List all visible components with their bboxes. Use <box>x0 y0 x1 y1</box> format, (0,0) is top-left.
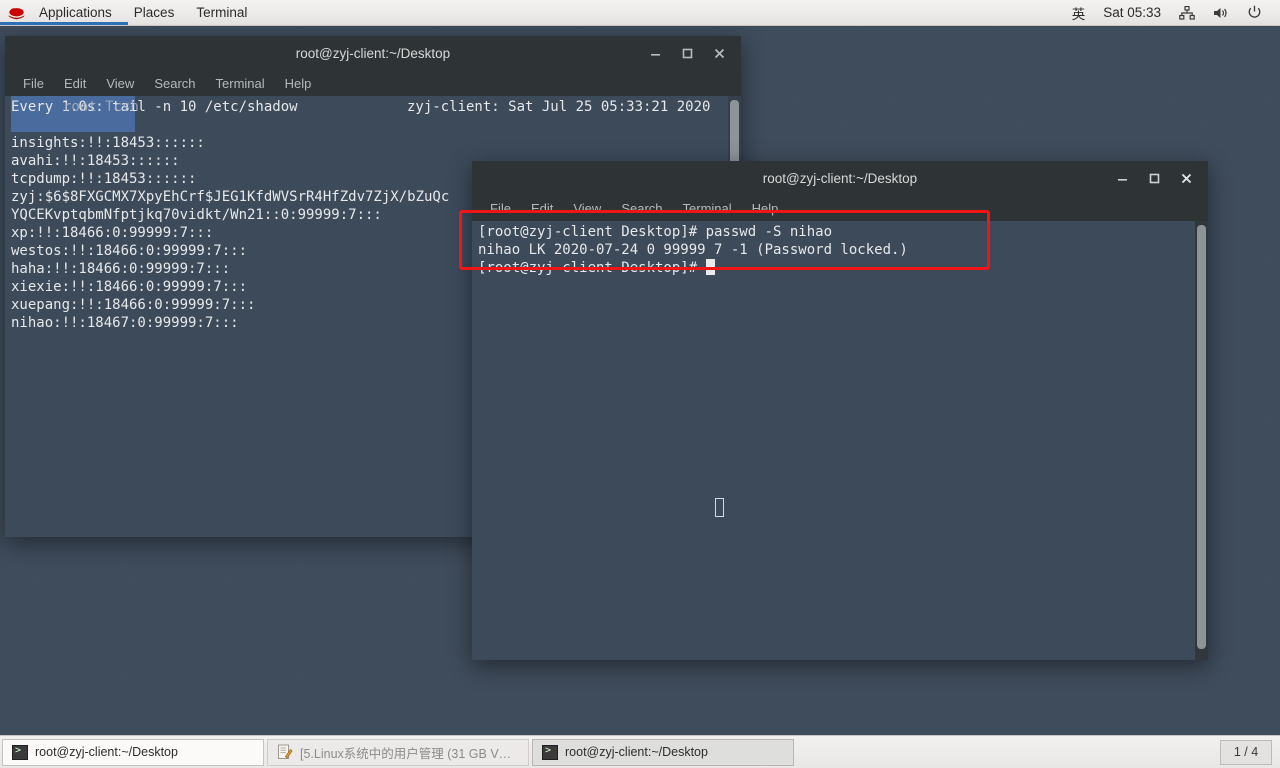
terminal-output-line: nihao LK 2020-07-24 0 99999 7 -1 (Passwo… <box>478 242 908 258</box>
window1-menu-view[interactable]: View <box>96 74 144 93</box>
window2-menu-file[interactable]: File <box>480 199 521 218</box>
network-icon[interactable] <box>1171 0 1203 25</box>
desktop: Applications Places Terminal 英 Sat 05:33 <box>0 0 1280 768</box>
taskbar-item-terminal-1[interactable]: root@zyj-client:~/Desktop <box>2 738 264 766</box>
window2-close-button[interactable] <box>1178 170 1194 186</box>
terminal-window-2[interactable]: root@zyj-client:~/Desktop File Edit View… <box>472 161 1208 660</box>
menu-places-label: Places <box>133 5 175 20</box>
active-window-indicator <box>0 22 128 25</box>
menu-places[interactable]: Places <box>123 0 186 25</box>
taskbar-item-label: [5.Linux系统中的用户管理 (31 GB V… <box>300 746 512 761</box>
window1-menu-search[interactable]: Search <box>144 74 205 93</box>
window2-controls <box>1114 161 1200 195</box>
taskbar-item-document[interactable]: [5.Linux系统中的用户管理 (31 GB V… <box>267 738 529 766</box>
terminal-icon <box>542 744 558 760</box>
menu-terminal[interactable]: Terminal <box>185 0 258 25</box>
menu-terminal-label: Terminal <box>196 5 248 20</box>
window1-minimize-button[interactable] <box>647 45 663 61</box>
window1-menu-edit[interactable]: Edit <box>54 74 96 93</box>
terminal-prompt-line: [root@zyj-client Desktop]# <box>478 259 1208 277</box>
window2-maximize-button[interactable] <box>1146 170 1162 186</box>
watch-header-right: zyj-client: Sat Jul 25 05:33:21 2020 <box>407 99 711 115</box>
taskbar-item-label: root@zyj-client:~/Desktop <box>35 745 178 759</box>
watch-header: Every 1.0s: tail -n 10 /etc/shadow root … <box>11 96 741 132</box>
window2-secondary-cursor <box>715 498 724 517</box>
clock[interactable]: Sat 05:33 <box>1095 0 1169 25</box>
window2-titlebar[interactable]: root@zyj-client:~/Desktop <box>472 161 1208 195</box>
window2-terminal-output[interactable]: [root@zyj-client Desktop]# passwd -S nih… <box>472 221 1208 660</box>
window1-menu-help[interactable]: Help <box>275 74 322 93</box>
window2-scrollbar-thumb[interactable] <box>1197 225 1206 649</box>
top-panel-status-area: 英 Sat 05:33 <box>1064 0 1280 25</box>
window2-menu-terminal[interactable]: Terminal <box>673 199 742 218</box>
power-icon[interactable] <box>1239 0 1270 25</box>
taskbar-item-terminal-2[interactable]: root@zyj-client:~/Desktop <box>532 738 794 766</box>
taskbar-item-label: root@zyj-client:~/Desktop <box>565 745 708 759</box>
terminal-command-line: [root@zyj-client Desktop]# passwd -S nih… <box>478 224 833 240</box>
workspace-switcher[interactable]: 1 / 4 <box>1220 739 1272 765</box>
top-panel: Applications Places Terminal 英 Sat 05:33 <box>0 0 1280 26</box>
window1-maximize-button[interactable] <box>679 45 695 61</box>
window1-menu-terminal[interactable]: Terminal <box>206 74 275 93</box>
menu-applications-label: Applications <box>39 5 112 20</box>
window1-controls <box>647 36 733 70</box>
volume-icon[interactable] <box>1205 0 1237 25</box>
window2-scrollbar[interactable] <box>1195 221 1208 660</box>
workspace-label: 1 / 4 <box>1233 745 1259 759</box>
window2-text-cursor <box>705 259 715 275</box>
window1-titlebar[interactable]: root@zyj-client:~/Desktop <box>5 36 741 70</box>
redhat-logo-icon <box>7 5 26 21</box>
terminal-prompt-text: [root@zyj-client Desktop]# <box>478 260 706 276</box>
window2-minimize-button[interactable] <box>1114 170 1130 186</box>
document-icon <box>277 744 293 760</box>
clock-label: Sat 05:33 <box>1103 5 1161 20</box>
window2-menu-edit[interactable]: Edit <box>521 199 563 218</box>
window2-menu-search[interactable]: Search <box>611 199 672 218</box>
input-method-label: 英 <box>1071 6 1086 22</box>
taskbar: root@zyj-client:~/Desktop [5.Linux系统中的用户… <box>0 735 1280 768</box>
watch-header-ghost-text: root Tcsh <box>63 99 139 115</box>
window2-title: root@zyj-client:~/Desktop <box>762 170 918 186</box>
input-method-indicator[interactable]: 英 <box>1064 0 1094 25</box>
window1-title: root@zyj-client:~/Desktop <box>295 45 451 61</box>
terminal-icon <box>12 744 28 760</box>
watch-header-left: Every 1.0s: tail -n 10 /etc/shadow <box>11 99 298 115</box>
window1-menubar: File Edit View Search Terminal Help <box>5 70 741 96</box>
window2-menubar: File Edit View Search Terminal Help <box>472 195 1208 221</box>
window1-menu-file[interactable]: File <box>13 74 54 93</box>
window2-menu-help[interactable]: Help <box>742 199 789 218</box>
window2-menu-view[interactable]: View <box>563 199 611 218</box>
window1-close-button[interactable] <box>711 45 727 61</box>
terminal-line: insights:!!:18453:::::: <box>11 135 205 151</box>
